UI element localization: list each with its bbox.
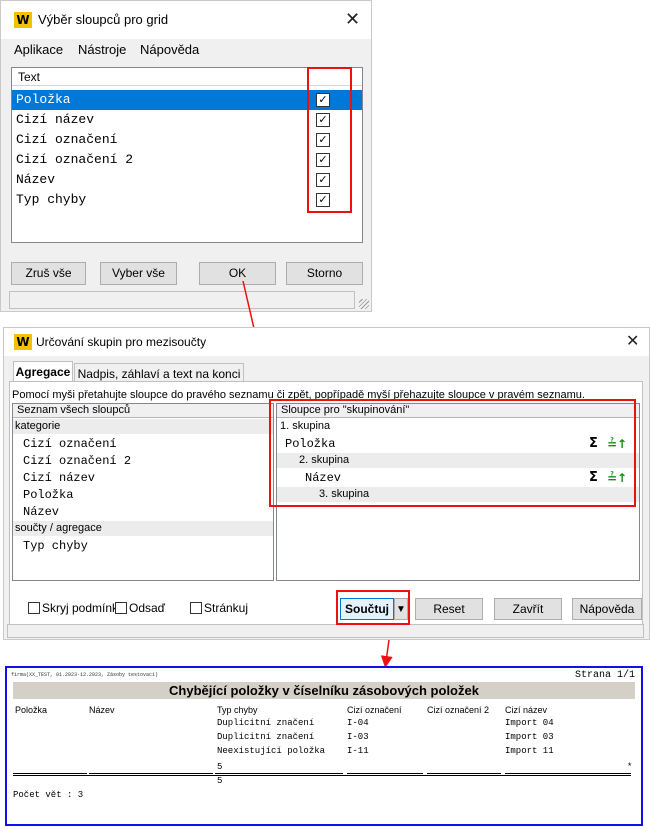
report-title: Chybějící položky v číselníku zásobových… (13, 682, 635, 699)
cell-oznaceni: I-11 (347, 746, 369, 756)
tab-nadpis[interactable]: Nadpis, záhlaví a text na konci (74, 363, 244, 381)
list-item[interactable]: Cizí označení 2 (13, 453, 273, 470)
paginate-checkbox[interactable] (190, 602, 202, 614)
list-item[interactable]: Cizí označení (13, 436, 273, 453)
col-header: Cizí označení (347, 705, 402, 715)
window-title: Určování skupin pro mezisoučty (36, 335, 207, 349)
subtotal-value: 5 (217, 762, 223, 772)
list-item[interactable]: Cizí název (13, 470, 273, 487)
cell-typ: Duplicitní značení (217, 732, 315, 742)
paginate-label: Stránkuj (204, 601, 249, 615)
record-count: Počet vět : 3 (13, 790, 84, 800)
group-soucty: součty / agregace (13, 521, 273, 536)
divider-line (505, 773, 631, 774)
grouping-highlight (269, 399, 636, 507)
all-columns-list: Seznam všech sloupců kategorie Cizí ozna… (12, 403, 274, 581)
tab-agregace[interactable]: Agregace (13, 361, 73, 381)
cell-nazev: Import 11 (505, 746, 554, 756)
indent-checkbox[interactable] (115, 602, 127, 614)
page-number: Strana 1/1 (575, 670, 636, 681)
status-bar (7, 624, 644, 638)
app-logo-icon: W (14, 334, 32, 350)
indent-label: Odsaď (129, 601, 166, 615)
close-icon[interactable]: ✕ (626, 331, 639, 350)
reset-button[interactable]: Reset (415, 598, 483, 620)
cell-typ: Duplicitní značení (217, 718, 315, 728)
col-header: Cizí označení 2 (427, 705, 490, 715)
title-bar: W Určování skupin pro mezisoučty ✕ (4, 328, 649, 356)
report-preview: firma(XX_TEST, 01.2023-12.2023, Zásoby t… (5, 666, 643, 826)
cell-nazev: Import 03 (505, 732, 554, 742)
col-header: Cizí název (505, 705, 548, 715)
cell-typ: Neexistující položka (217, 746, 326, 756)
panel-header: Seznam všech sloupců (13, 404, 273, 418)
sum-button-highlight (336, 590, 410, 625)
divider-line (347, 773, 423, 774)
divider-line (89, 773, 213, 774)
list-item[interactable]: Položka (13, 487, 273, 504)
cell-oznaceni: I-04 (347, 718, 369, 728)
subtotal-mark: * (627, 762, 633, 772)
divider-line (13, 775, 631, 776)
group-kategorie: kategorie (13, 419, 273, 434)
divider-line (215, 773, 343, 774)
col-header: Položka (15, 705, 48, 715)
list-item[interactable]: Název (13, 504, 273, 521)
divider-line (13, 773, 87, 774)
list-item[interactable]: Typ chyby (13, 538, 273, 555)
hide-condition-label: Skryj podmínku (42, 601, 125, 615)
divider-line (427, 773, 501, 774)
total-value: 5 (217, 776, 223, 786)
cell-nazev: Import 04 (505, 718, 554, 728)
hide-condition-checkbox[interactable] (28, 602, 40, 614)
cell-oznaceni: I-03 (347, 732, 369, 742)
col-header: Název (89, 705, 115, 715)
help-button[interactable]: Nápověda (572, 598, 642, 620)
col-header: Typ chyby (217, 705, 258, 715)
report-header-info: firma(XX_TEST, 01.2023-12.2023, Zásoby t… (11, 672, 159, 678)
close-button[interactable]: Zavřít (494, 598, 562, 620)
